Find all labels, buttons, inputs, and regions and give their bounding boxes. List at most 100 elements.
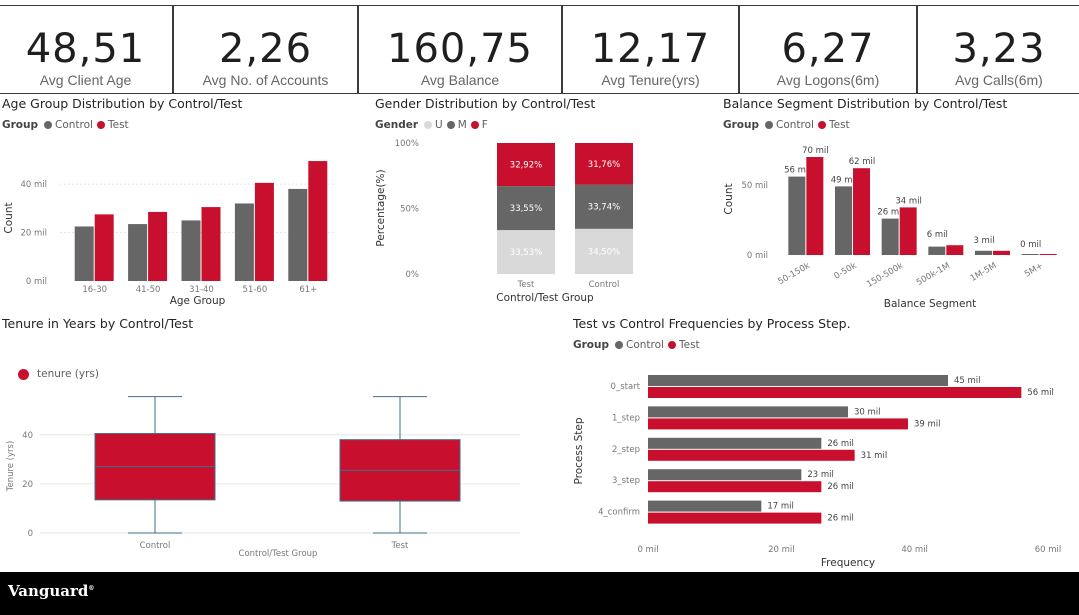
m-dot-icon (446, 121, 455, 129)
tenure-dot-icon (18, 368, 29, 380)
y-tick-label: 0 (28, 529, 33, 539)
legend-item-control[interactable]: Control (615, 339, 664, 351)
x-tick-label: 40 mil (901, 545, 928, 555)
data-label: 26 mil (827, 439, 854, 449)
tenure-legend[interactable]: tenure (yrs) (18, 368, 103, 380)
bar-control (648, 500, 762, 512)
y-tick-label: 2_step (612, 445, 640, 455)
kpi-label: Avg Client Age (39, 72, 132, 88)
y-axis-title: Tenure (yrs) (6, 441, 16, 493)
kpi-value: 6,27 (781, 26, 875, 72)
legend-item-test[interactable]: Test (96, 119, 129, 131)
x-tick-label: Control (140, 541, 171, 551)
vanguard-logo: Vanguard® (8, 582, 95, 600)
data-label: 45 mil (954, 376, 981, 386)
kpi-card-accounts[interactable]: 2,26 Avg No. of Accounts (173, 5, 358, 94)
legend-label: Test (678, 339, 700, 351)
bar-control (288, 188, 308, 281)
y-tick-label: 4_confirm (598, 508, 640, 518)
kpi-label: Avg No. of Accounts (202, 72, 329, 88)
age-legend[interactable]: Group Control Test (2, 119, 133, 131)
y-tick-label: 100% (395, 139, 419, 149)
test-dot-icon (667, 341, 676, 349)
bar-control (648, 375, 948, 386)
data-label: 33,74% (588, 203, 620, 213)
x-tick-label: 61+ (299, 285, 317, 295)
legend-label: Test (107, 119, 129, 131)
kpi-card-calls[interactable]: 3,23 Avg Calls(6m) (917, 5, 1079, 94)
legend-title: Gender (375, 119, 419, 131)
f-dot-icon (470, 121, 479, 129)
bar-test (308, 161, 328, 281)
legend-item-test[interactable]: Test (667, 339, 700, 351)
y-axis-title: Percentage(%) (375, 169, 387, 246)
control-dot-icon (765, 121, 774, 129)
legend-item-test[interactable]: Test (817, 119, 850, 131)
legend-label: tenure (yrs) (37, 368, 99, 380)
y-tick-label: 0 mil (26, 277, 47, 287)
data-label: 33,53% (510, 248, 542, 258)
u-dot-icon (424, 121, 433, 129)
gender-chart: 0% 50% 100% 33,53% 33,55% 32,92% Test 34,50% 33,… (375, 139, 633, 304)
kpi-card-client-age[interactable]: 48,51 Avg Client Age (0, 5, 173, 94)
kpi-label: Avg Logons(6m) (776, 72, 880, 88)
x-axis-title: Frequency (821, 557, 875, 569)
legend-item-tenure[interactable]: tenure (yrs) (18, 368, 99, 380)
bar-control (648, 469, 802, 481)
bar-control (928, 246, 946, 255)
x-tick-label: 150-500k (865, 261, 905, 290)
legend-item-control[interactable]: Control (765, 119, 814, 131)
y-tick-label: 40 mil (20, 180, 47, 190)
x-tick-label: 41-50 (136, 285, 161, 295)
x-tick-label: 500k-1M (915, 261, 952, 288)
y-tick-label: 20 (22, 480, 33, 490)
bar-test (853, 168, 870, 255)
legend-item-m[interactable]: M (446, 119, 467, 131)
x-tick-label: 0-50k (833, 261, 859, 282)
legend-label: F (481, 119, 488, 131)
kpi-value: 48,51 (25, 26, 146, 72)
process-chart-title: Test vs Control Frequencies by Process S… (573, 316, 851, 331)
bar-control (234, 203, 254, 281)
kpi-card-logons[interactable]: 6,27 Avg Logons(6m) (739, 5, 917, 94)
x-tick-label: 0 mil (637, 545, 658, 555)
bar-test (993, 250, 1010, 255)
y-axis-title: Count (723, 183, 735, 214)
data-label: 6 mil (927, 230, 948, 240)
balance-legend[interactable]: Group Control Test (723, 119, 854, 131)
x-tick-label: 20 mil (768, 545, 795, 555)
legend-title: Group (2, 119, 39, 131)
x-tick-label: 31-40 (189, 285, 214, 295)
data-label: 17 mil (767, 502, 794, 512)
kpi-card-tenure[interactable]: 12,17 Avg Tenure(yrs) (562, 5, 739, 94)
kpi-label: Avg Tenure(yrs) (601, 72, 700, 88)
data-label: 26 mil (827, 482, 854, 492)
tenure-chart-title: Tenure in Years by Control/Test (2, 316, 194, 331)
y-tick-label: 20 mil (20, 229, 47, 239)
bar-test (899, 207, 917, 255)
kpi-card-balance[interactable]: 160,75 Avg Balance (358, 5, 562, 94)
process-step-chart: 0 mil 20 mil 40 mil 60 mil 45 mil 56 mil 0_sta… (573, 375, 1061, 569)
data-label: 30 mil (854, 407, 881, 417)
x-tick-label: 50-150k (776, 261, 811, 287)
kpi-value: 160,75 (387, 26, 533, 72)
footer-bar (0, 572, 1079, 615)
legend-item-u[interactable]: U (424, 119, 443, 131)
data-label: 39 mil (914, 419, 941, 429)
bar-control (128, 224, 148, 281)
y-axis-title: Count (3, 202, 15, 233)
bar-test (648, 449, 855, 461)
y-tick-label: 3_step (612, 476, 640, 486)
x-axis-title: Balance Segment (884, 298, 976, 310)
legend-item-control[interactable]: Control (44, 119, 93, 131)
legend-title: Group (573, 339, 610, 351)
bar-test (806, 157, 824, 255)
legend-label: Control (55, 119, 93, 131)
bar-test (254, 182, 274, 281)
bar-control (1021, 254, 1039, 255)
x-tick-label: Test (517, 280, 535, 290)
process-legend[interactable]: Group Control Test (573, 339, 704, 351)
legend-item-f[interactable]: F (470, 119, 488, 131)
gender-legend[interactable]: Gender U M F (375, 119, 492, 131)
balance-segment-chart: 0 mil50 mil56 mil70 mil50-150k49 mil62 m… (723, 146, 1057, 310)
